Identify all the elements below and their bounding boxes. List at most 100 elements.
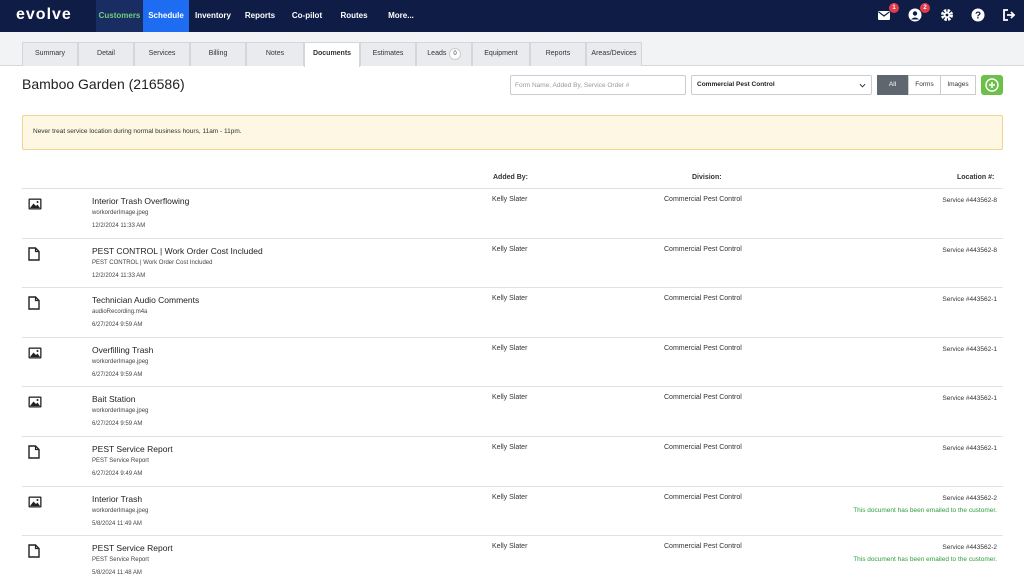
document-row[interactable]: PEST Service Report PEST Service Report 5/… — [22, 535, 1003, 585]
emailed-status: This document has been emailed to the cu… — [853, 506, 997, 514]
filter-forms-button[interactable]: Forms — [908, 75, 941, 95]
image-icon — [28, 346, 42, 360]
mail-icon[interactable]: 1 — [877, 3, 899, 24]
division-select-value: Commercial Pest Control — [697, 81, 775, 88]
document-date: 6/27/2024 9:59 AM — [92, 421, 143, 428]
document-row[interactable]: Bait Station workorderImage.jpeg 6/27/2024… — [22, 386, 1003, 436]
document-file: workorderImage.jpeg — [92, 507, 149, 514]
document-row[interactable]: Overfilling Trash workorderImage.jpeg 6/27… — [22, 336, 1003, 387]
document-date: 5/8/2024 11:49 AM — [92, 520, 142, 527]
document-added-by: Kelly Slater — [492, 543, 528, 551]
document-date: 12/2/2024 11:33 AM — [92, 223, 146, 229]
plus-icon — [985, 78, 999, 92]
document-name[interactable]: PEST Service Report — [92, 543, 173, 553]
nav-more[interactable]: More... — [382, 0, 420, 32]
document-location: Service #443562-1 — [942, 395, 997, 403]
nav-customers[interactable]: Customers — [96, 0, 143, 32]
document-added-by: Kelly Slater — [492, 493, 528, 501]
document-name[interactable]: Bait Station — [92, 394, 135, 404]
document-row[interactable]: Technician Audio Comments audioRecording.… — [22, 287, 1003, 337]
document-added-by: Kelly Slater — [492, 444, 528, 451]
document-name[interactable]: Overfilling Trash — [92, 345, 153, 355]
tab-leads[interactable]: Leads 0 — [416, 42, 472, 66]
tab-equipment[interactable]: Equipment — [472, 42, 530, 66]
document-name[interactable]: Interior Trash — [92, 494, 142, 504]
tab-leads-label: Leads — [427, 50, 447, 57]
document-row[interactable]: PEST Service Report PEST Service Report 6/… — [22, 436, 1003, 486]
nav-inventory[interactable]: Inventory — [192, 0, 234, 32]
tab-estimates[interactable]: Estimates — [360, 42, 416, 66]
document-date: 6/27/2024 9:59 AM — [92, 322, 143, 329]
document-division: Commercial Pest Control — [664, 493, 742, 501]
filter-images-button[interactable]: Images — [940, 75, 976, 95]
nav-routes[interactable]: Routes — [336, 0, 372, 32]
document-file: PEST Service Report — [92, 557, 149, 564]
image-icon — [28, 495, 42, 509]
gear-icon[interactable] — [940, 8, 956, 24]
leads-count-badge: 0 — [449, 48, 461, 60]
nav-reports[interactable]: Reports — [242, 0, 278, 32]
division-select[interactable]: Commercial Pest Control — [691, 75, 872, 95]
document-name[interactable]: Interior Trash Overflowing — [92, 196, 189, 206]
document-added-by: Kelly Slater — [492, 245, 528, 253]
document-row[interactable]: Interior Trash Overflowing workorderImage… — [22, 188, 1003, 238]
tab-detail[interactable]: Detail — [78, 42, 134, 66]
document-icon — [28, 544, 42, 558]
document-date: 12/2/2024 11:33 AM — [92, 272, 146, 279]
document-location: Service #443562-1 — [942, 445, 997, 452]
nav-copilot[interactable]: Co-pilot — [288, 0, 326, 32]
tab-areas-devices[interactable]: Areas/Devices — [586, 42, 642, 66]
column-added-by: Added By: — [493, 174, 528, 181]
chevron-down-icon — [859, 83, 866, 88]
document-date: 5/8/2024 11:48 AM — [92, 570, 142, 577]
tab-notes[interactable]: Notes — [246, 42, 304, 66]
help-icon[interactable]: ? — [971, 8, 987, 24]
document-file: audioRecording.m4a — [92, 309, 148, 316]
document-file: PEST Service Report — [92, 458, 149, 464]
document-division: Commercial Pest Control — [664, 196, 742, 203]
document-division: Commercial Pest Control — [664, 344, 742, 352]
tab-bar: Summary Detail Services Billing Notes Do… — [0, 32, 1024, 67]
document-row[interactable]: Interior Trash workorderImage.jpeg 5/8/202… — [22, 485, 1003, 536]
document-file: PEST CONTROL | Work Order Cost Included — [92, 259, 213, 266]
column-location: Location #: — [957, 174, 995, 181]
nav-schedule[interactable]: Schedule — [143, 0, 189, 32]
document-location: Service #443562-1 — [942, 296, 997, 304]
document-date: 6/27/2024 9:59 AM — [92, 371, 143, 378]
document-location: Service #443562-2 — [942, 544, 997, 552]
document-row[interactable]: PEST CONTROL | Work Order Cost Included P… — [22, 237, 1003, 288]
add-document-button[interactable] — [981, 75, 1003, 95]
user-icon[interactable]: 2 — [908, 3, 930, 24]
document-added-by: Kelly Slater — [492, 196, 528, 203]
document-division: Commercial Pest Control — [664, 444, 742, 451]
document-name[interactable]: Technician Audio Comments — [92, 295, 199, 305]
document-icon — [28, 445, 42, 459]
document-icon — [28, 246, 42, 261]
image-icon — [28, 197, 42, 211]
emailed-status: This document has been emailed to the cu… — [853, 556, 997, 564]
document-division: Commercial Pest Control — [664, 394, 742, 402]
document-file: workorderImage.jpeg — [92, 358, 149, 365]
tab-services[interactable]: Services — [134, 42, 190, 66]
tab-billing[interactable]: Billing — [190, 42, 246, 66]
document-location: Service #443562-8 — [942, 197, 997, 204]
document-name[interactable]: PEST CONTROL | Work Order Cost Included — [92, 246, 263, 256]
document-added-by: Kelly Slater — [492, 344, 528, 352]
document-added-by: Kelly Slater — [492, 394, 528, 402]
evolve-logo[interactable]: evolve — [16, 6, 72, 24]
document-location: Service #443562-2 — [942, 494, 997, 502]
tab-reports[interactable]: Reports — [530, 42, 586, 66]
document-division: Commercial Pest Control — [664, 295, 742, 303]
filter-all-button[interactable]: All — [877, 75, 908, 95]
logout-icon[interactable] — [1002, 8, 1018, 24]
svg-text:?: ? — [975, 11, 981, 22]
user-badge: 2 — [920, 3, 930, 13]
document-name[interactable]: PEST Service Report — [92, 444, 173, 454]
mail-badge: 1 — [889, 3, 899, 13]
column-division: Division: — [692, 174, 722, 181]
tab-documents[interactable]: Documents — [304, 42, 360, 67]
top-nav: evolve Customers Schedule Inventory Repo… — [0, 0, 1024, 32]
search-input[interactable] — [510, 75, 686, 95]
document-location: Service #443562-1 — [942, 345, 997, 353]
tab-summary[interactable]: Summary — [22, 42, 78, 66]
